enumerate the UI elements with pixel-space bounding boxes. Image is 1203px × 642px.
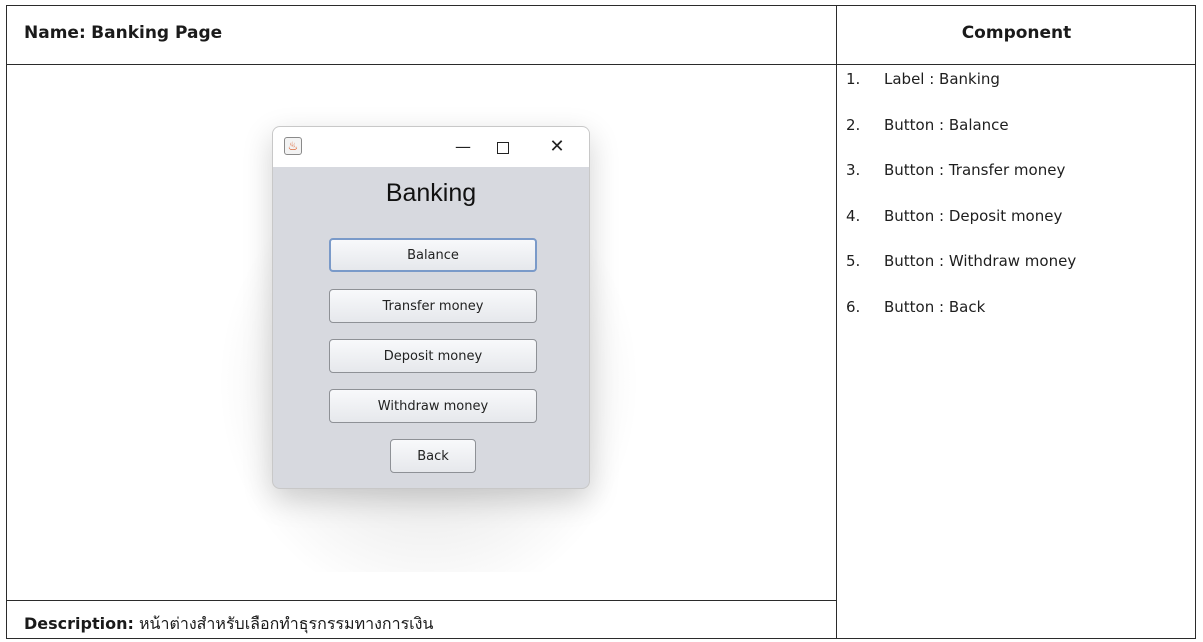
list-item: 1. Label : Banking <box>846 70 1076 116</box>
name-cell: Name: Banking Page <box>24 23 222 43</box>
list-item-number: 3. <box>846 161 861 179</box>
withdraw-money-button[interactable]: Withdraw money <box>329 389 537 423</box>
list-item: 3. Button : Transfer money <box>846 161 1076 207</box>
banking-label: Banking <box>385 179 477 207</box>
list-item-number: 6. <box>846 297 861 316</box>
back-button[interactable]: Back <box>390 439 476 473</box>
description-text: หน้าต่างสำหรับเลือกทำธุรกรรมทางการเงิน <box>138 614 434 633</box>
list-item: 4. Button : Deposit money <box>846 207 1076 253</box>
name-value: Banking Page <box>91 23 223 43</box>
list-item-text: Button : Back <box>884 297 986 316</box>
banking-window: ♨ — ✕ Banking Balance Transfer money Dep… <box>272 126 590 489</box>
list-item: 2. Button : Balance <box>846 116 1076 162</box>
close-icon[interactable]: ✕ <box>542 133 572 161</box>
column-divider <box>836 6 837 638</box>
component-list: 1. Label : Banking 2. Button : Balance 3. B… <box>846 70 1076 343</box>
description-cell: Description: หน้าต่างสำหรับเลือกทำธุรกรร… <box>24 612 433 637</box>
list-item-text: Button : Transfer money <box>884 161 1066 179</box>
list-item-number: 4. <box>846 206 861 225</box>
description-divider <box>7 600 836 601</box>
window-titlebar[interactable]: ♨ — ✕ <box>273 127 589 167</box>
maximize-icon[interactable] <box>488 133 518 161</box>
header-divider <box>7 64 1195 65</box>
name-label: Name: <box>24 23 86 43</box>
list-item-number: 5. <box>846 252 861 270</box>
list-item-text: Button : Balance <box>884 115 1009 134</box>
minimize-icon[interactable]: — <box>448 133 478 161</box>
transfer-money-button[interactable]: Transfer money <box>329 289 537 323</box>
component-heading: Component <box>961 23 1072 43</box>
description-label: Description: <box>24 614 134 633</box>
balance-button[interactable]: Balance <box>329 238 537 272</box>
list-item-text: Button : Deposit money <box>884 206 1063 225</box>
list-item-number: 2. <box>846 115 861 134</box>
list-item-number: 1. <box>846 70 861 88</box>
list-item: 6. Button : Back <box>846 298 1076 344</box>
deposit-money-button[interactable]: Deposit money <box>329 339 537 373</box>
java-icon: ♨ <box>284 137 302 155</box>
list-item: 5. Button : Withdraw money <box>846 252 1076 298</box>
list-item-text: Label : Banking <box>884 70 1000 88</box>
list-item-text: Button : Withdraw money <box>884 252 1077 270</box>
